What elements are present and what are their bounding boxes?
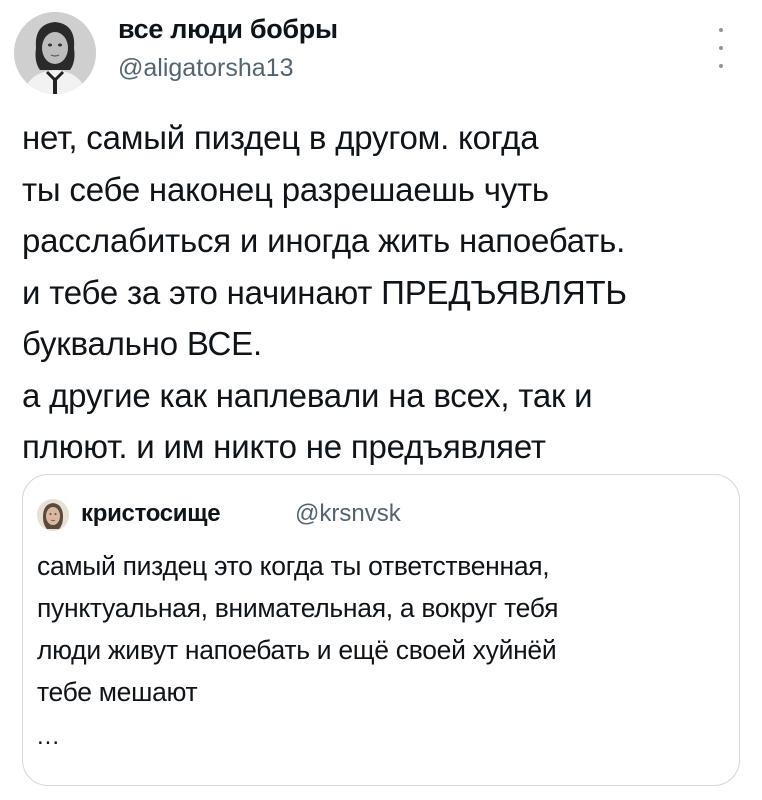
quote-ellipsis: ... <box>37 723 61 750</box>
tweet-text-line: буквально ВСЕ. <box>22 325 262 362</box>
quote-avatar-photo-icon <box>37 499 69 531</box>
quote-author-name[interactable]: кристосище <box>81 500 221 528</box>
quoted-tweet[interactable]: кристосище @krsnvsk самый пиздец это ког… <box>22 474 740 786</box>
avatar-photo-icon <box>14 12 96 94</box>
tweet: все люди бобры @aligatorsha13 нет, самый… <box>0 0 762 800</box>
tweet-text-line: а другие как наплевали на всех, так и <box>22 376 593 414</box>
quote-text-line: самый пиздец это когда ты ответственная, <box>37 551 550 581</box>
tweet-text-line: расслабиться и иногда жить напоебать. <box>22 222 626 259</box>
more-dot <box>719 28 723 32</box>
author-handle[interactable]: @aligatorsha13 <box>118 54 294 83</box>
quote-text-line: люди живут напоебать и ещё своей хуйнёй <box>37 635 557 665</box>
tweet-text-line: ты себе наконец разрешаешь чуть <box>22 170 549 208</box>
tweet-text: нет, самый пиздец в другом. когда ты себ… <box>22 112 742 473</box>
quote-text-line: тебе мешают <box>37 677 198 707</box>
more-dot <box>719 64 723 68</box>
quote-author-handle[interactable]: @krsnvsk <box>295 500 401 528</box>
quote-author-avatar[interactable] <box>37 499 69 531</box>
more-dot <box>719 46 723 50</box>
author-name[interactable]: все люди бобры <box>118 14 338 45</box>
quote-text-line: пунктуальная, внимательная, а вокруг теб… <box>37 593 559 623</box>
quote-text: самый пиздец это когда ты ответственная,… <box>37 545 727 713</box>
tweet-text-line: нет, самый пиздец в другом. когда <box>22 119 539 156</box>
tweet-text-line: плюют. и им никто не предъявляет <box>22 428 546 465</box>
author-avatar[interactable] <box>14 12 96 94</box>
more-vertical-icon[interactable] <box>714 28 728 68</box>
tweet-text-line: и тебе за это начинают ПРЕДЪЯВЛЯТЬ <box>22 273 627 311</box>
